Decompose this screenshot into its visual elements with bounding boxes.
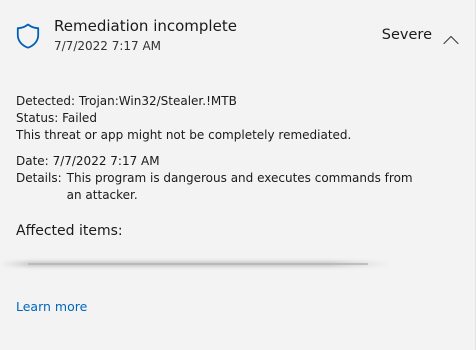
status-row: Status: Failed — [16, 110, 466, 127]
chevron-up-icon[interactable] — [443, 30, 459, 45]
threat-title: Remediation incomplete — [54, 17, 237, 35]
details-label: Details: — [16, 171, 62, 185]
severity-label: Severe — [381, 27, 432, 43]
threat-timestamp: 7/7/2022 7:17 AM — [54, 39, 162, 53]
date-label: Date: — [16, 154, 49, 168]
threat-details: Detected: Trojan:Win32/Stealer.!MTB Stat… — [16, 93, 466, 204]
status-message: This threat or app might not be complete… — [16, 128, 352, 142]
status-value: Failed — [62, 111, 97, 125]
detected-label: Detected: — [16, 94, 76, 108]
detected-value: Trojan:Win32/Stealer.!MTB — [78, 94, 237, 108]
learn-more-link[interactable]: Learn more — [16, 299, 87, 314]
status-label: Status: — [16, 111, 59, 125]
shield-icon — [16, 23, 40, 49]
affected-items-heading: Affected items: — [16, 223, 123, 239]
threat-header[interactable]: Remediation incomplete 7/7/2022 7:17 AM … — [0, 0, 476, 76]
date-row: Date: 7/7/2022 7:17 AM — [16, 153, 466, 170]
date-value: 7/7/2022 7:17 AM — [52, 154, 160, 168]
details-row: Details: This program is dangerous and e… — [16, 170, 466, 204]
affected-items-scrollbar[interactable] — [0, 256, 390, 270]
detected-row: Detected: Trojan:Win32/Stealer.!MTB — [16, 93, 466, 110]
details-value: This program is dangerous and executes c… — [66, 171, 413, 202]
threat-detail-panel: Remediation incomplete 7/7/2022 7:17 AM … — [0, 0, 476, 350]
